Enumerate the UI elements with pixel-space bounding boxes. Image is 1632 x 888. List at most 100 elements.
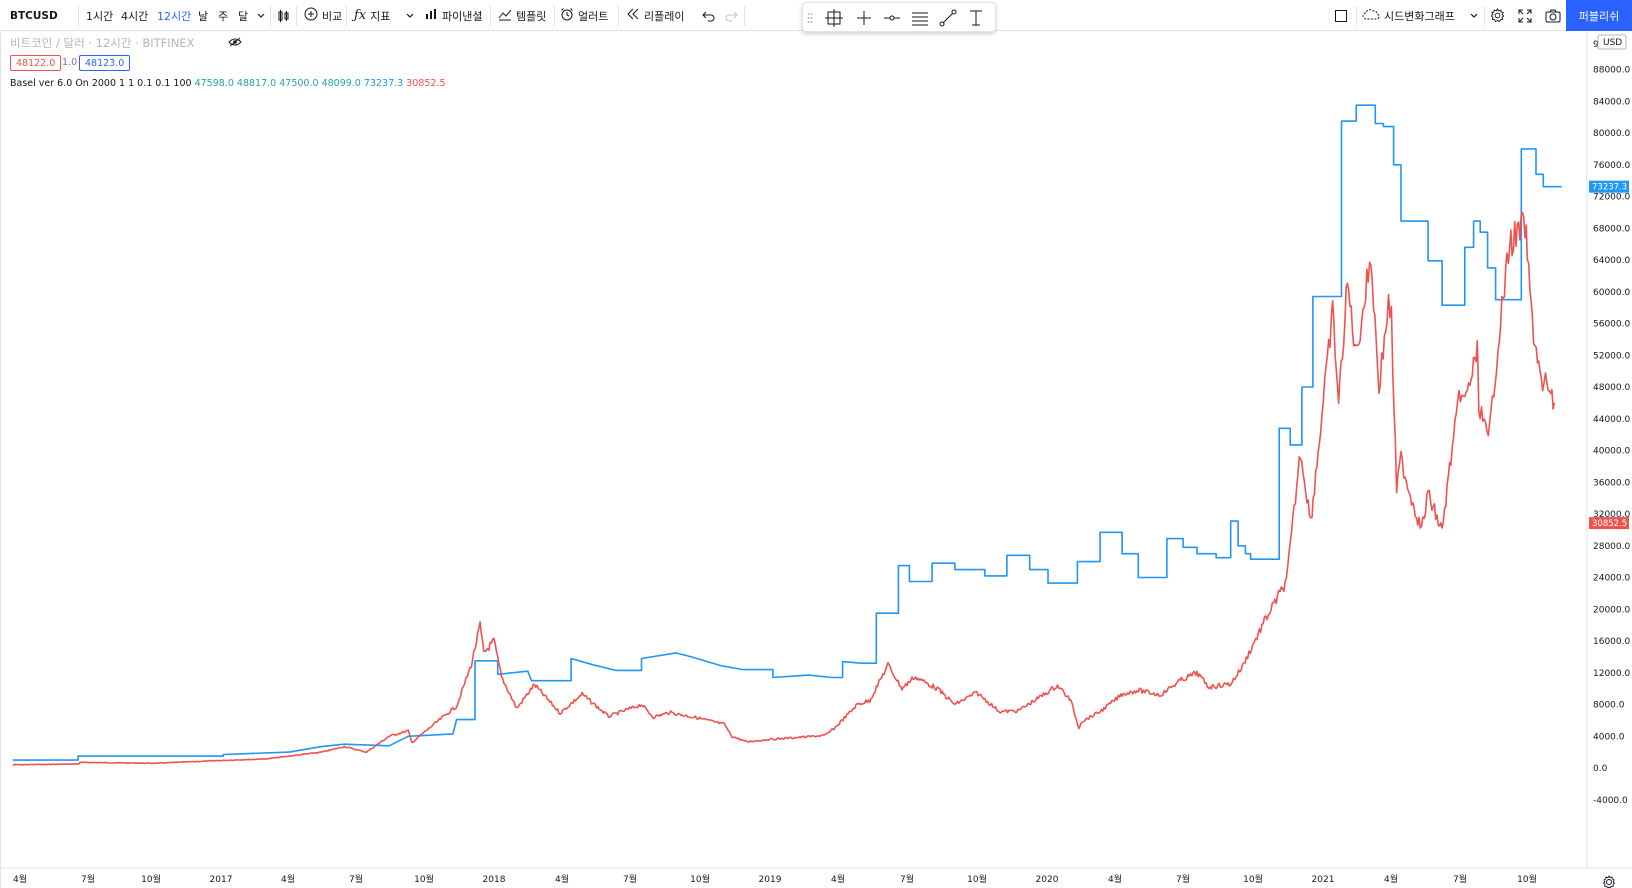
compare-button[interactable]: 비교 xyxy=(304,0,342,31)
interval-dropdown-icon[interactable] xyxy=(257,0,265,31)
fx-icon: ƒx xyxy=(354,8,367,23)
red-last-value-label: 30852.5 xyxy=(1592,519,1627,529)
series-group xyxy=(12,104,1562,766)
interval-1h-button[interactable]: 1시간 xyxy=(86,0,113,31)
time-tick-label: 10월 xyxy=(414,873,434,885)
plus-circle-icon xyxy=(304,7,318,25)
time-tick-label: 2021 xyxy=(1312,875,1335,885)
price-tick-label: 72000.0 xyxy=(1593,193,1630,203)
time-tick-label: 7월 xyxy=(623,873,637,885)
gear-icon[interactable] xyxy=(1490,0,1505,31)
time-tick-label: 2018 xyxy=(483,875,506,885)
toolbar-divider xyxy=(744,6,745,26)
time-tick-label: 7월 xyxy=(81,873,95,885)
price-tick-label: 52000.0 xyxy=(1593,351,1630,361)
trend-line-icon[interactable] xyxy=(937,7,959,29)
fullscreen-icon[interactable] xyxy=(1518,0,1532,31)
drawing-toolbar xyxy=(802,2,996,32)
square-icon[interactable] xyxy=(1334,0,1348,31)
horizontal-ray-icon[interactable] xyxy=(881,7,903,29)
drag-handle-icon[interactable] xyxy=(805,7,815,29)
toolbar-divider xyxy=(1356,6,1357,26)
financials-label: 파이낸셜 xyxy=(442,9,483,23)
text-cursor-icon[interactable] xyxy=(965,7,987,29)
time-tick-label: 4월 xyxy=(13,873,27,885)
time-tick-label: 10월 xyxy=(967,873,987,885)
price-tick-label: 12000.0 xyxy=(1593,669,1630,679)
time-tick-label: 2019 xyxy=(759,875,782,885)
price-tick-label: 68000.0 xyxy=(1593,224,1630,234)
templates-button[interactable]: 템플릿 xyxy=(498,0,546,31)
toolbar-divider xyxy=(618,6,619,26)
settings-gear-icon[interactable] xyxy=(1602,875,1616,888)
chart-icon xyxy=(424,7,438,25)
toolbar-divider xyxy=(296,6,297,26)
price-tick-label: 40000.0 xyxy=(1593,447,1630,457)
price-tick-label: -4000.0 xyxy=(1593,796,1628,806)
time-tick-label: 4월 xyxy=(1384,873,1398,885)
interval-month-button[interactable]: 달 xyxy=(238,0,248,31)
toolbar-divider xyxy=(1484,6,1485,26)
time-tick-label: 7월 xyxy=(900,873,914,885)
price-tick-label: 8000.0 xyxy=(1593,701,1625,711)
price-tick-label: 4000.0 xyxy=(1593,732,1625,742)
alert-label: 얼러트 xyxy=(578,9,609,23)
toolbar-divider xyxy=(270,6,271,26)
alert-button[interactable]: 얼러트 xyxy=(560,0,608,31)
price-tick-label: 60000.0 xyxy=(1593,288,1630,298)
time-tick-label: 10월 xyxy=(141,873,161,885)
interval-day-button[interactable]: 날 xyxy=(198,0,208,31)
time-tick-label: 7월 xyxy=(1453,873,1467,885)
publish-button[interactable]: 퍼블리쉬 xyxy=(1566,0,1632,31)
redo-icon[interactable] xyxy=(724,0,738,31)
interval-week-button[interactable]: 주 xyxy=(218,0,228,31)
toolbar-divider xyxy=(554,6,555,26)
price-tick-label: 36000.0 xyxy=(1593,478,1630,488)
symbol-search-button[interactable]: BTCUSD xyxy=(10,0,58,31)
red-series-line[interactable] xyxy=(12,211,1556,766)
replay-icon xyxy=(626,8,640,24)
price-tick-label: 88000.0 xyxy=(1593,66,1630,76)
price-tick-label: 0.0 xyxy=(1593,764,1608,774)
camera-icon[interactable] xyxy=(1545,0,1561,31)
time-tick-label: 4월 xyxy=(555,873,569,885)
candles-icon[interactable] xyxy=(276,0,290,31)
templates-icon xyxy=(498,7,512,25)
replay-button[interactable]: 리플레이 xyxy=(626,0,684,31)
crosshair-icon[interactable] xyxy=(853,7,875,29)
indicators-button[interactable]: ƒx 지표 xyxy=(354,0,390,31)
blue-series-line[interactable] xyxy=(12,104,1562,761)
layout-button[interactable]: 시드변화그래프 xyxy=(1362,0,1455,31)
price-tick-label: 48000.0 xyxy=(1593,383,1630,393)
crosshair-select-icon[interactable] xyxy=(823,7,845,29)
time-axis[interactable]: 4월 7월 10월 2017 4월 7월 10월 2018 4월 7월 10월 2019 4월 7월 10월… xyxy=(13,873,1537,885)
price-chart[interactable]: 88000.0 84000.0 80000.0 76000.0 72000.0 68000… xyxy=(0,31,1632,888)
layout-dropdown-icon[interactable] xyxy=(1470,0,1478,31)
undo-icon[interactable] xyxy=(702,0,716,31)
currency-label: USD xyxy=(1603,38,1622,48)
time-tick-label: 10월 xyxy=(1243,873,1263,885)
cloud-icon xyxy=(1362,8,1380,24)
price-tick-label: 84000.0 xyxy=(1593,97,1630,107)
price-tick-label: 44000.0 xyxy=(1593,415,1630,425)
financials-button[interactable]: 파이낸셜 xyxy=(424,0,482,31)
price-tick-label: 76000.0 xyxy=(1593,161,1630,171)
templates-label: 템플릿 xyxy=(516,9,547,23)
time-tick-label: 10월 xyxy=(1517,873,1537,885)
time-tick-label: 4월 xyxy=(281,873,295,885)
price-tick-label: 20000.0 xyxy=(1593,605,1630,615)
parallel-lines-icon[interactable] xyxy=(909,7,931,29)
price-tick-label: 16000.0 xyxy=(1593,637,1630,647)
interval-12h-button[interactable]: 12시간 xyxy=(157,0,191,31)
time-tick-label: 7월 xyxy=(349,873,363,885)
indicators-dropdown-icon[interactable] xyxy=(406,0,414,31)
interval-4h-button[interactable]: 4시간 xyxy=(121,0,148,31)
blue-last-value-label: 73237.3 xyxy=(1592,183,1627,193)
indicators-label: 지표 xyxy=(370,9,391,23)
price-axis[interactable]: 88000.0 84000.0 80000.0 76000.0 72000.0 68000… xyxy=(1593,34,1630,806)
replay-label: 리플레이 xyxy=(644,9,685,23)
price-tick-label: 64000.0 xyxy=(1593,256,1630,266)
time-tick-label: 2020 xyxy=(1036,875,1059,885)
layout-label: 시드변화그래프 xyxy=(1384,9,1455,23)
toolbar-divider xyxy=(490,6,491,26)
